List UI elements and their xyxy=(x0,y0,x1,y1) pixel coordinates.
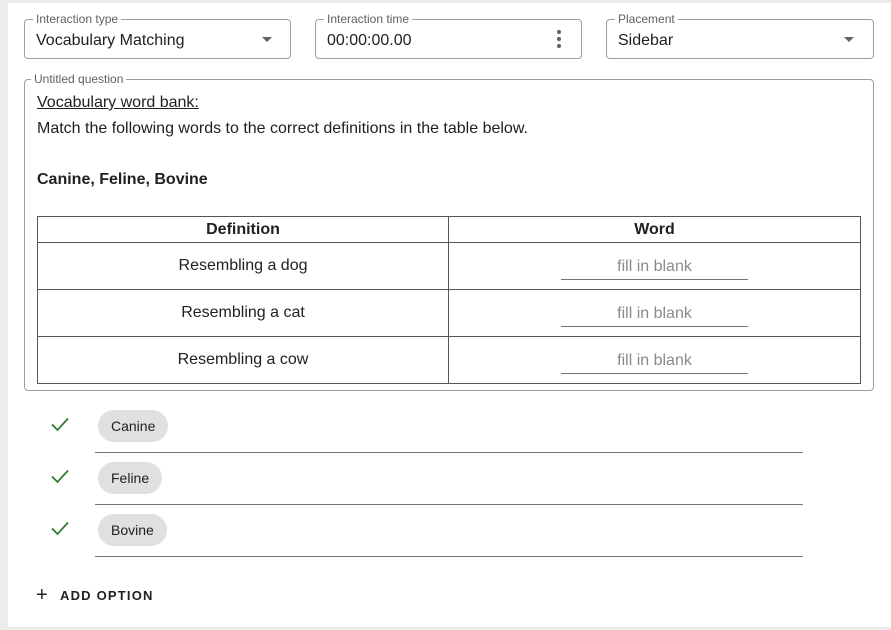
option-underline xyxy=(95,556,803,557)
word-cell: fill in blank xyxy=(448,242,861,290)
question-legend: Untitled question xyxy=(31,72,127,86)
column-header-word: Word xyxy=(448,216,861,243)
chevron-down-icon[interactable] xyxy=(844,37,854,42)
option-chip[interactable]: Bovine xyxy=(98,514,167,546)
interaction-editor-panel: Interaction type Vocabulary Matching Int… xyxy=(8,3,891,627)
check-icon[interactable] xyxy=(50,466,70,486)
interaction-type-select[interactable]: Interaction type Vocabulary Matching xyxy=(24,12,291,59)
option-row-canine: Canine xyxy=(8,400,818,453)
placement-select[interactable]: Placement Sidebar xyxy=(606,12,874,59)
table-row: Resembling a dog fill in blank xyxy=(37,242,861,290)
vocabulary-table: Definition Word Resembling a dog fill in… xyxy=(37,216,861,384)
interaction-time-value: 00:00:00.00 xyxy=(327,32,412,49)
definition-cell: Resembling a dog xyxy=(37,242,449,290)
fill-in-blank-field[interactable]: fill in blank xyxy=(561,304,748,327)
chevron-down-icon[interactable] xyxy=(262,37,272,42)
interaction-time-field[interactable]: Interaction time 00:00:00.00 xyxy=(315,12,582,59)
word-bank-title: Vocabulary word bank: xyxy=(37,94,199,111)
fill-in-blank-field[interactable]: fill in blank xyxy=(561,257,748,280)
table-header-row: Definition Word xyxy=(37,216,861,243)
option-row-bovine: Bovine xyxy=(8,504,818,557)
option-row-feline: Feline xyxy=(8,452,818,505)
placement-legend: Placement xyxy=(615,12,678,26)
fill-in-blank-field[interactable]: fill in blank xyxy=(561,351,748,374)
definition-cell: Resembling a cow xyxy=(37,336,449,384)
interaction-time-legend: Interaction time xyxy=(324,12,413,26)
plus-icon: + xyxy=(36,584,48,606)
check-icon[interactable] xyxy=(50,518,70,538)
more-vert-icon[interactable] xyxy=(557,30,561,51)
table-row: Resembling a cow fill in blank xyxy=(37,336,861,384)
word-cell: fill in blank xyxy=(448,336,861,384)
column-header-definition: Definition xyxy=(37,216,449,243)
word-cell: fill in blank xyxy=(448,289,861,337)
add-option-button[interactable]: + ADD OPTION xyxy=(36,585,154,605)
check-icon[interactable] xyxy=(50,414,70,434)
word-bank-words: Canine, Feline, Bovine xyxy=(37,171,208,188)
question-editor[interactable]: Untitled question Vocabulary word bank: … xyxy=(24,72,874,391)
add-option-label: ADD OPTION xyxy=(60,587,154,603)
option-chip[interactable]: Feline xyxy=(98,462,163,494)
placement-value: Sidebar xyxy=(618,32,674,49)
interaction-type-legend: Interaction type xyxy=(33,12,122,26)
interaction-type-value: Vocabulary Matching xyxy=(36,32,185,49)
table-row: Resembling a cat fill in blank xyxy=(37,289,861,337)
definition-cell: Resembling a cat xyxy=(37,289,449,337)
word-bank-instruction: Match the following words to the correct… xyxy=(37,120,528,137)
option-chip[interactable]: Canine xyxy=(98,410,169,442)
